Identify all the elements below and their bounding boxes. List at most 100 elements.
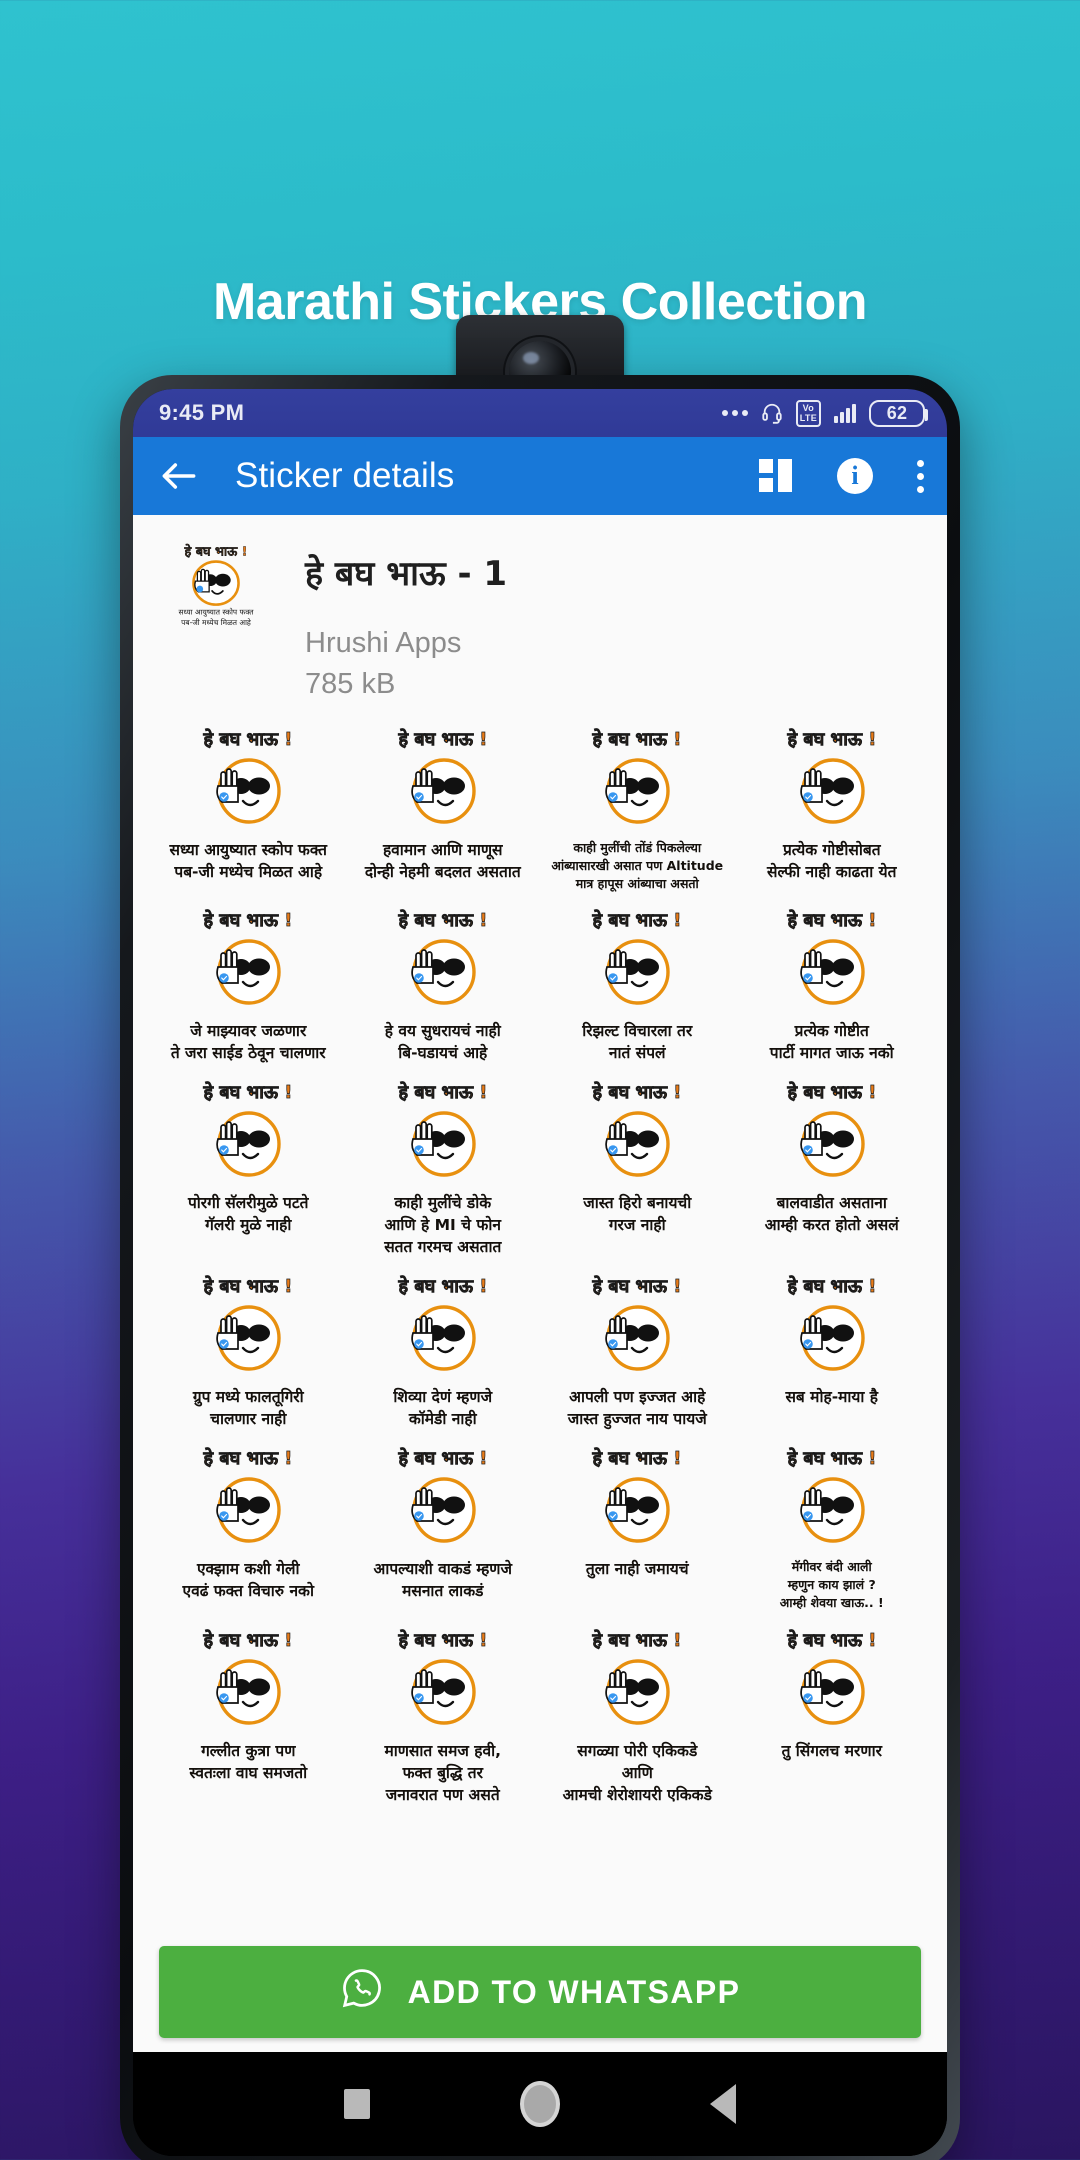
sticker-item[interactable]: हे बघ भाऊ ! तु सिंगलच मरणार xyxy=(735,1620,930,1808)
sticker-image: हे बघ भाऊ ! xyxy=(562,1626,712,1738)
sticker-pack-thumbnail: हे बघ भाऊ ! सध्या आयुष्यात स्कोप फक्त पब… xyxy=(167,539,265,637)
sticker-image: हे बघ भाऊ ! xyxy=(757,1444,907,1556)
sticker-caption-line: आणि xyxy=(621,1763,653,1782)
sticker-caption: जास्त हिरो बनायची गरज नाही xyxy=(548,1192,726,1236)
app-bar-title: Sticker details xyxy=(235,456,455,495)
sticker-item[interactable]: हे बघ भाऊ ! काही मुलींचे डोके आणि हे MI च… xyxy=(346,1072,541,1260)
add-to-whatsapp-button[interactable]: ADD TO WHATSAPP xyxy=(159,1946,921,2038)
sticker-image: हे बघ भाऊ ! xyxy=(368,1272,518,1384)
sticker-caption-line: तु सिंगलच मरणार xyxy=(781,1741,882,1760)
svg-text:हे बघ भाऊ !: हे बघ भाऊ ! xyxy=(592,1447,682,1469)
sticker-caption: आपल्याशी वाकडं म्हणजे मसनात लाकडं xyxy=(354,1558,532,1602)
sticker-image: हे बघ भाऊ ! xyxy=(173,906,323,1018)
sticker-image: हे बघ भाऊ ! xyxy=(173,1444,323,1556)
sticker-caption-line: हे वय सुधरायचं नाही xyxy=(384,1022,501,1041)
sticker-image: हे बघ भाऊ ! xyxy=(562,725,712,837)
svg-text:हे बघ भाऊ !: हे बघ भाऊ ! xyxy=(786,909,876,931)
sticker-item[interactable]: हे बघ भाऊ ! सगळ्या पोरी एकिकडे आणि आमची शे… xyxy=(540,1620,735,1808)
whatsapp-icon xyxy=(340,1966,384,2018)
sticker-caption-line: सध्या आयुष्यात स्कोप फक्त xyxy=(169,841,328,859)
sticker-caption-line: सब मोह-माया है xyxy=(785,1388,879,1407)
sticker-caption: एक्झाम कशी गेली एवढं फक्त विचारु नको xyxy=(159,1558,337,1602)
sticker-image: हे बघ भाऊ ! xyxy=(562,1444,712,1556)
volte-bottom-text: LTE xyxy=(799,412,817,423)
sticker-image: हे बघ भाऊ ! xyxy=(757,906,907,1018)
svg-text:हे बघ भाऊ !: हे बघ भाऊ ! xyxy=(203,1081,293,1103)
back-triangle-icon[interactable] xyxy=(710,2084,736,2124)
sticker-caption-line: मसनात लाकडं xyxy=(402,1582,484,1601)
dashboard-grid-icon[interactable] xyxy=(759,459,793,493)
sticker-item[interactable]: हे बघ भाऊ ! ग्रुप मध्ये फालतूगिरी चालणार … xyxy=(151,1266,346,1432)
sticker-item[interactable]: हे बघ भाऊ ! बालवाडीत असताना आम्ही करत होत… xyxy=(735,1072,930,1260)
sticker-item[interactable]: हे बघ भाऊ ! एक्झाम कशी गेली एवढं फक्त विच… xyxy=(151,1438,346,1613)
home-circle-icon[interactable] xyxy=(520,2081,560,2127)
sticker-item[interactable]: हे बघ भाऊ ! आपली पण इज्जत आहे जास्त हुज्ज… xyxy=(540,1266,735,1432)
info-icon[interactable]: i xyxy=(837,458,873,494)
sticker-item[interactable]: हे बघ भाऊ ! आपल्याशी वाकडं म्हणजे मसनात ल… xyxy=(346,1438,541,1613)
sticker-caption-line: सतत गरमच असतात xyxy=(384,1238,502,1257)
svg-text:हे बघ भाऊ !: हे बघ भाऊ ! xyxy=(786,1629,876,1651)
sticker-item[interactable]: हे बघ भाऊ ! जे माझ्यावर जळणार ते जरा साईड… xyxy=(151,900,346,1066)
volte-top-text: Vo xyxy=(802,402,815,413)
sticker-item[interactable]: हे बघ भाऊ ! प्रत्येक गोष्टीत पार्टी मागत … xyxy=(735,900,930,1066)
sticker-item[interactable]: हे बघ भाऊ ! गल्लीत कुत्रा पण स्वतःला वाघ … xyxy=(151,1620,346,1808)
sticker-caption: हे वय सुधरायचं नाही बि-घडायचं आहे xyxy=(354,1020,532,1064)
sticker-caption-line: आणि हे MI चे फोन xyxy=(384,1216,501,1235)
overflow-menu-icon[interactable] xyxy=(917,459,925,493)
sticker-image: हे बघ भाऊ ! xyxy=(757,1078,907,1190)
battery-icon: 62 xyxy=(869,399,928,427)
svg-text:हे बघ भाऊ !: हे बघ भाऊ ! xyxy=(592,909,682,931)
sticker-item[interactable]: हे बघ भाऊ ! प्रत्येक गोष्टीसोबत सेल्फी ना… xyxy=(735,719,930,894)
svg-text:हे बघ भाऊ !: हे बघ भाऊ ! xyxy=(203,1275,293,1297)
sticker-caption: हवामान आणि माणूस दोन्ही नेहमी बदलत असतात xyxy=(354,839,532,883)
sticker-caption-line: आपल्याशी वाकडं म्हणजे xyxy=(373,1560,513,1579)
sticker-caption-line: रिझल्ट विचारला तर xyxy=(582,1022,693,1041)
sticker-caption: गल्लीत कुत्रा पण स्वतःला वाघ समजतो xyxy=(159,1740,337,1784)
sticker-item[interactable]: हे बघ भाऊ ! रिझल्ट विचारला तर नातं संपलं xyxy=(540,900,735,1066)
sticker-caption-line: शिव्या देणं म्हणजे xyxy=(393,1388,493,1407)
sticker-image: हे बघ भाऊ ! xyxy=(562,906,712,1018)
svg-text:हे बघ भाऊ !: हे बघ भाऊ ! xyxy=(786,1081,876,1103)
sticker-caption-line: स्वतःला वाघ समजतो xyxy=(189,1763,308,1782)
recents-square-icon[interactable] xyxy=(344,2089,370,2119)
svg-text:हे बघ भाऊ !: हे बघ भाऊ ! xyxy=(397,1275,487,1297)
svg-text:हे बघ भाऊ !: हे बघ भाऊ ! xyxy=(203,1447,293,1469)
sticker-item[interactable]: हे बघ भाऊ ! जास्त हिरो बनायची गरज नाही xyxy=(540,1072,735,1260)
sticker-caption-line: प्रत्येक गोष्टीसोबत xyxy=(782,841,881,859)
sticker-item[interactable]: हे बघ भाऊ ! पोरगी सॅलरीमुळे पटते गॅलरी मु… xyxy=(151,1072,346,1260)
sticker-item[interactable]: हे बघ भाऊ ! तुला नाही जमायचं xyxy=(540,1438,735,1613)
signal-bars-icon xyxy=(834,403,856,423)
sticker-caption: सगळ्या पोरी एकिकडे आणि आमची शेरोशायरी एकिक… xyxy=(548,1740,726,1806)
svg-text:हे बघ भाऊ !: हे बघ भाऊ ! xyxy=(786,1447,876,1469)
sticker-caption-line: ग्रुप मध्ये फालतूगिरी xyxy=(192,1388,304,1407)
sticker-image: हे बघ भाऊ ! xyxy=(562,1272,712,1384)
svg-text:हे बघ भाऊ !: हे बघ भाऊ ! xyxy=(397,1629,487,1651)
sticker-item[interactable]: हे बघ भाऊ ! हे वय सुधरायचं नाही बि-घडायचं… xyxy=(346,900,541,1066)
sticker-caption-line: ते जरा साईड ठेवून चालणार xyxy=(170,1044,326,1063)
sticker-item[interactable]: हे बघ भाऊ ! शिव्या देणं म्हणजे कॉमेडी नाह… xyxy=(346,1266,541,1432)
sticker-item[interactable]: हे बघ भाऊ ! हवामान आणि माणूस दोन्ही नेहमी… xyxy=(346,719,541,894)
svg-text:हे बघ भाऊ !: हे बघ भाऊ ! xyxy=(592,728,682,750)
back-arrow-icon[interactable] xyxy=(157,454,201,498)
sticker-item[interactable]: हे बघ भाऊ ! मॅगीवर बंदी आली म्हणुन काय झा… xyxy=(735,1438,930,1613)
sticker-item[interactable]: हे बघ भाऊ ! सब मोह-माया है xyxy=(735,1266,930,1432)
sticker-caption: सब मोह-माया है xyxy=(743,1386,921,1408)
svg-text:हे बघ भाऊ !: हे बघ भाऊ ! xyxy=(184,544,248,560)
svg-text:सध्या आयुष्यात स्कोप फक्त: सध्या आयुष्यात स्कोप फक्त xyxy=(179,607,255,616)
sticker-caption-line: हवामान आणि माणूस xyxy=(382,841,503,859)
sticker-caption-line: आमची शेरोशायरी एकिकडे xyxy=(562,1785,712,1804)
sticker-caption-line: माणसात समज हवी, xyxy=(384,1741,502,1760)
sticker-item[interactable]: हे बघ भाऊ ! काही मुलींची तोंडं पिकलेल्या… xyxy=(540,719,735,894)
sticker-caption: पोरगी सॅलरीमुळे पटते गॅलरी मुळे नाही xyxy=(159,1192,337,1236)
sticker-caption-line: बालवाडीत असताना xyxy=(776,1194,887,1213)
svg-text:हे बघ भाऊ !: हे बघ भाऊ ! xyxy=(592,1081,682,1103)
sticker-grid: हे बघ भाऊ ! सध्या आयुष्यात स्कोप फक्त पब-… xyxy=(133,705,947,1808)
svg-text:हे बघ भाऊ !: हे बघ भाऊ ! xyxy=(592,1629,682,1651)
sticker-caption-line: मॅगीवर बंदी आली xyxy=(791,1559,872,1575)
sticker-caption-line: गॅलरी मुळे नाही xyxy=(205,1216,292,1235)
svg-text:हे बघ भाऊ !: हे बघ भाऊ ! xyxy=(786,1275,876,1297)
svg-text:हे बघ भाऊ !: हे बघ भाऊ ! xyxy=(203,909,293,931)
sticker-item[interactable]: हे बघ भाऊ ! माणसात समज हवी, फक्त बुद्धि त… xyxy=(346,1620,541,1808)
sticker-image: हे बघ भाऊ ! xyxy=(173,725,323,837)
sticker-item[interactable]: हे बघ भाऊ ! सध्या आयुष्यात स्कोप फक्त पब-… xyxy=(151,719,346,894)
